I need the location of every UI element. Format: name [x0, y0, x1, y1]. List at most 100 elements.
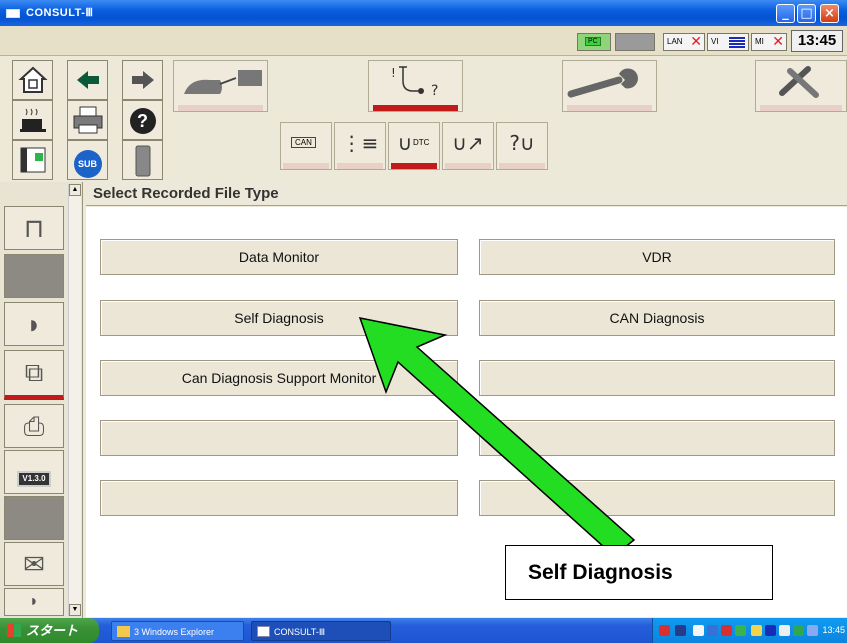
folder-icon	[117, 626, 130, 637]
side-print-button[interactable]: ⎙	[4, 404, 64, 448]
blank-indicator	[615, 33, 655, 51]
coffee-cup-icon	[19, 108, 46, 132]
data-monitor-underline	[337, 163, 383, 169]
question-icon: ?∪	[509, 131, 535, 155]
tray-network-error-icon[interactable]	[721, 625, 732, 636]
start-button[interactable]: スタート	[0, 618, 99, 643]
sub-button[interactable]: SUB	[67, 140, 108, 180]
side-vi-button[interactable]: ⊓	[4, 206, 64, 250]
wrench-icon	[567, 68, 638, 98]
mi-disconnected-icon: ✕	[772, 34, 784, 50]
side-mail-button[interactable]: ✉	[4, 542, 64, 586]
tray-bluetooth-icon[interactable]	[779, 625, 790, 636]
side-vehicle-button[interactable]: ◗	[4, 302, 64, 346]
help-button[interactable]: ?	[122, 100, 163, 140]
home-icon	[17, 66, 48, 93]
empty-option-right-3[interactable]	[479, 360, 835, 396]
tray-app-icon[interactable]	[735, 625, 746, 636]
empty-option-right-4[interactable]	[479, 420, 835, 456]
side-scrollbar[interactable]: ▲ ▼	[68, 184, 81, 616]
vehicle-connect-underline	[178, 105, 263, 111]
lan-disconnected-icon: ✕	[690, 34, 702, 50]
can-button[interactable]: CAN	[280, 122, 332, 170]
side-recorded-data-button[interactable]: ⧉	[4, 350, 64, 400]
work-support-button[interactable]: ?∪	[496, 122, 548, 170]
dtc-label: DTC	[413, 138, 430, 147]
print-side-icon: ⎙	[23, 411, 45, 441]
repair-button[interactable]	[562, 60, 657, 112]
status-bar: PC LAN ✕ VI MI ✕ 13:45	[0, 26, 847, 56]
window-icon	[257, 626, 270, 637]
connection-button[interactable]	[12, 140, 53, 180]
mail-icon: ✉	[23, 549, 45, 579]
can-diagnosis-support-monitor-button[interactable]: Can Diagnosis Support Monitor	[100, 360, 458, 396]
print-button[interactable]	[67, 100, 108, 140]
mi-indicator: MI ✕	[751, 33, 787, 51]
help-icon: ?	[129, 108, 156, 134]
vi-indicator: VI	[707, 33, 749, 51]
tray-arrow-icon[interactable]	[693, 625, 704, 636]
pc-label: PC	[585, 37, 601, 46]
vehicle-side-icon: ◗	[26, 309, 42, 339]
window-title: CONSULT-Ⅲ	[26, 7, 94, 19]
sub-icon: SUB	[73, 150, 102, 178]
vehicle-connect-button[interactable]	[173, 60, 268, 112]
back-button[interactable]	[67, 60, 108, 100]
dtc-button[interactable]: ∪ DTC	[388, 122, 440, 170]
side-more-button[interactable]: ◗	[4, 588, 64, 616]
maximize-button[interactable]: □	[797, 4, 816, 23]
tray-keyboard-icon[interactable]	[807, 625, 818, 636]
close-button[interactable]: ×	[820, 4, 839, 23]
lan-indicator: LAN ✕	[663, 33, 705, 51]
repair-underline	[567, 105, 652, 111]
tray-network-icon[interactable]	[707, 625, 718, 636]
mi-label: MI	[755, 37, 764, 46]
scroll-down-icon[interactable]: ▼	[69, 604, 81, 616]
vdr-button[interactable]: VDR	[479, 239, 835, 275]
coffee-button[interactable]	[12, 100, 53, 140]
can-diagnosis-button[interactable]: CAN Diagnosis	[479, 300, 835, 336]
work-support-underline	[499, 163, 545, 169]
tools-icon	[779, 66, 819, 98]
tools-button[interactable]	[755, 60, 847, 112]
side-blank-button[interactable]	[4, 254, 64, 298]
tray-clock: 13:45	[822, 625, 845, 635]
minimize-button[interactable]: _	[776, 4, 795, 23]
pc-indicator: PC	[577, 33, 611, 51]
tray-display-icon[interactable]	[765, 625, 776, 636]
svg-text:?: ?	[431, 83, 438, 99]
signal-bars-icon	[729, 37, 745, 48]
empty-option-left-4[interactable]	[100, 420, 458, 456]
clock: 13:45	[791, 30, 843, 52]
vehicle-icon	[184, 70, 262, 94]
self-diagnosis-button[interactable]: Self Diagnosis	[100, 300, 458, 336]
start-label: スタート	[26, 623, 79, 638]
tray-help-icon[interactable]	[675, 625, 686, 636]
tray-ime-icon[interactable]	[793, 625, 804, 636]
diagnosis-underline	[373, 105, 458, 111]
home-button[interactable]	[12, 60, 53, 100]
device-icon	[135, 145, 150, 177]
data-monitor-button[interactable]: Data Monitor	[100, 239, 458, 275]
taskbar-consult-item[interactable]: CONSULT-Ⅲ	[251, 621, 391, 641]
empty-option-right-5[interactable]	[479, 480, 835, 516]
system-tray: 13:45	[652, 618, 847, 643]
side-blank-button-2[interactable]	[4, 496, 64, 540]
scroll-up-icon[interactable]: ▲	[69, 184, 81, 196]
callout-label: Self Diagnosis	[505, 545, 773, 600]
connection-icon	[20, 147, 45, 173]
tray-battery-icon[interactable]	[751, 625, 762, 636]
active-test-button[interactable]: ∪↗	[442, 122, 494, 170]
taskbar-explorer-item[interactable]: 3 Windows Explorer ▾	[111, 621, 255, 641]
vi-device-button[interactable]	[122, 140, 163, 180]
tray-security-icon[interactable]	[659, 625, 670, 636]
side-version-button[interactable]: V1.3.0	[4, 450, 64, 494]
can-label: CAN	[291, 137, 316, 148]
taskbar-explorer-label: 3 Windows Explorer	[134, 627, 215, 637]
diagnosis-button[interactable]: ? !	[368, 60, 463, 112]
forward-button[interactable]	[122, 60, 163, 100]
taskbar-consult-label: CONSULT-Ⅲ	[274, 627, 326, 637]
more-icon: ◗	[29, 593, 39, 610]
app-icon	[6, 9, 20, 18]
empty-option-left-5[interactable]	[100, 480, 458, 516]
